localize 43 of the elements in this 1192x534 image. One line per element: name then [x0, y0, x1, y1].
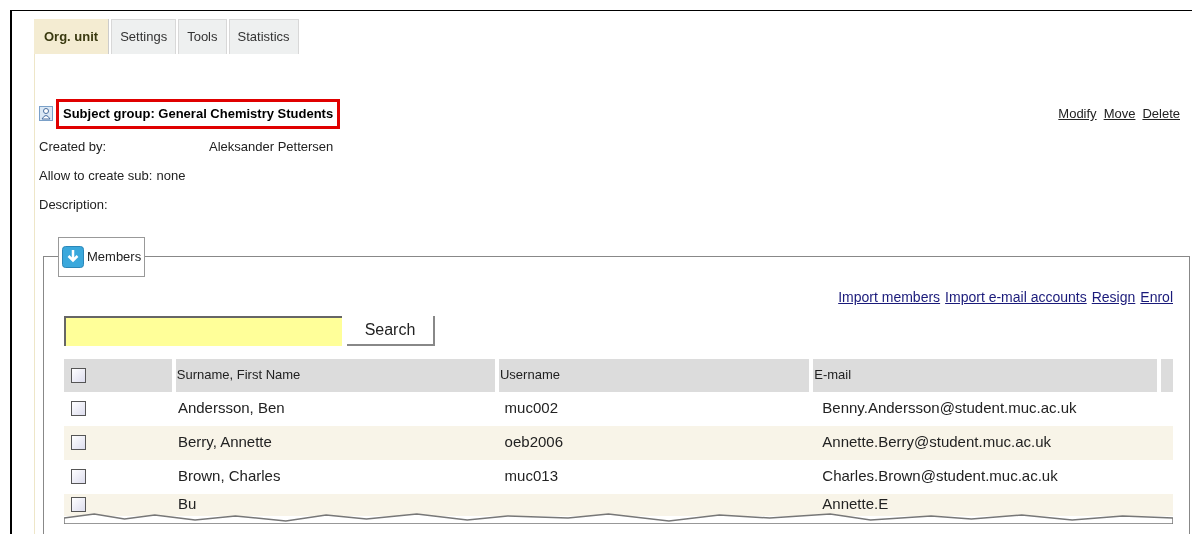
field-value: Aleksander Pettersen: [209, 138, 334, 157]
table-cell: Annette.E: [822, 495, 889, 513]
link[interactable]: Import e-mail accounts: [945, 286, 1087, 308]
table-cell: muc002: [504, 399, 558, 417]
checkbox[interactable]: [71, 435, 86, 450]
link[interactable]: Enrol: [1140, 286, 1173, 308]
tab[interactable]: Tools: [178, 19, 227, 54]
field-value: none: [156, 167, 186, 186]
table-cell: Bu: [177, 495, 197, 513]
members-legend[interactable]: Members: [58, 236, 146, 277]
table-cell: Andersson, Ben: [177, 399, 285, 417]
legend-label: Members: [87, 247, 142, 266]
table-cell: oeb2006: [504, 433, 563, 451]
download-icon: [62, 245, 84, 268]
column-header: Surname, First Name: [175, 358, 495, 392]
field-label: Allow to create sub:: [39, 167, 153, 186]
action-link[interactable]: Modify: [1058, 104, 1097, 124]
field-label: Created by:: [39, 138, 108, 157]
column-header: [1161, 358, 1173, 392]
checkbox[interactable]: [71, 367, 86, 383]
search-field[interactable]: [64, 315, 342, 346]
table-cell: Annette.Berry@student.muc.ac.uk: [822, 433, 1051, 451]
column-header: Username: [499, 358, 810, 392]
tab[interactable]: Statistics: [228, 19, 299, 54]
tab[interactable]: Settings: [111, 19, 177, 54]
tab[interactable]: Org. unit: [34, 19, 110, 54]
table-cell: muc013: [504, 467, 558, 485]
checkbox[interactable]: [71, 401, 86, 416]
column-header: E-mail: [813, 358, 1158, 392]
user-icon: [39, 106, 53, 122]
link[interactable]: Resign: [1091, 286, 1136, 308]
link[interactable]: Import members: [838, 286, 941, 308]
search-button[interactable]: Search: [347, 315, 435, 346]
field-label: Description:: [39, 196, 109, 215]
table-cell: Benny.Andersson@student.muc.ac.uk: [822, 399, 1077, 417]
table-cell: Brown, Charles: [177, 467, 281, 485]
checkbox[interactable]: [71, 469, 86, 484]
table-cell: Berry, Annette: [177, 433, 272, 451]
checkbox[interactable]: [71, 497, 86, 512]
group-title: Subject group: General Chemistry Students: [56, 99, 341, 129]
table-cell: Charles.Brown@student.muc.ac.uk: [822, 467, 1058, 485]
action-link[interactable]: Delete: [1142, 104, 1180, 124]
action-link[interactable]: Move: [1103, 104, 1136, 124]
